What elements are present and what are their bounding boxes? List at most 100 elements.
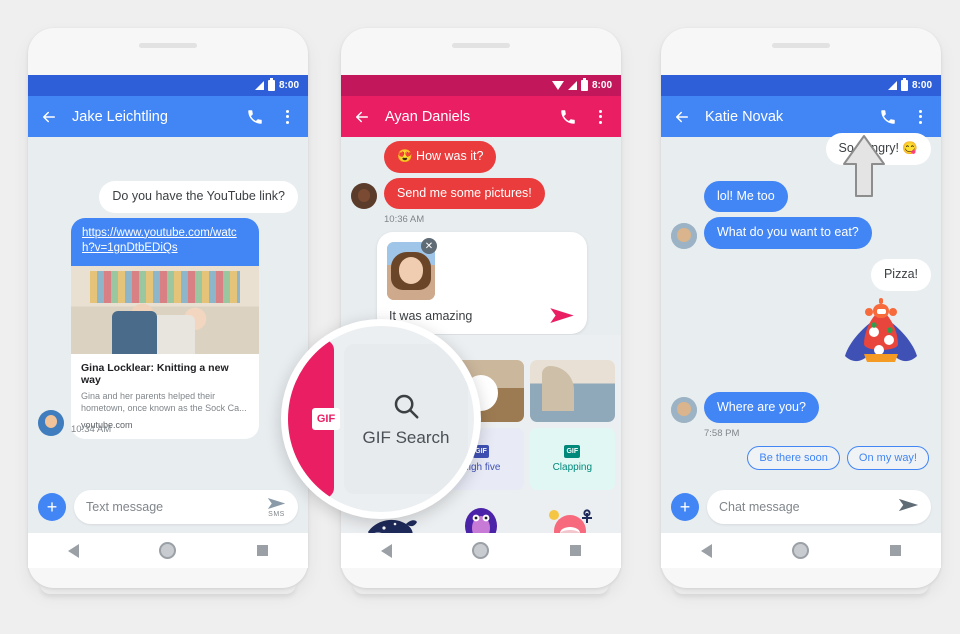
attach-plus-button[interactable]: + (38, 493, 66, 521)
send-mode-label: SMS (268, 510, 285, 518)
smart-reply-chips: Be there soon On my way! (671, 446, 929, 471)
phone-call-icon[interactable] (879, 108, 897, 126)
message-timestamp: 10:36 AM (384, 214, 425, 226)
nav-back-icon[interactable] (68, 543, 80, 558)
gallery-cell-photo[interactable] (529, 360, 615, 422)
back-icon[interactable] (673, 108, 691, 126)
gif-search-label: GIF Search (362, 427, 450, 447)
message-input-placeholder: Text message (86, 500, 164, 514)
nav-home-icon[interactable] (472, 542, 490, 559)
smart-reply-chip[interactable]: Be there soon (747, 446, 840, 471)
message-row: So hungry! 😋 (671, 133, 931, 165)
send-icon (898, 498, 919, 511)
send-button[interactable] (898, 498, 919, 517)
avatar (671, 397, 697, 424)
link-preview-card[interactable]: https://www.youtube.com/watch?v=1gnDtbED… (71, 217, 259, 439)
conversation-title: Katie Novak (705, 108, 784, 125)
message-list: Do you have the YouTube link? https://ww… (28, 137, 308, 533)
conversation-title: Ayan Daniels (385, 108, 471, 125)
phone-foot (353, 584, 609, 594)
message-row: 😍 How was it? (351, 141, 611, 173)
send-icon (267, 497, 286, 509)
nav-recents-icon[interactable] (256, 545, 268, 556)
pizza-hero-sticker-icon[interactable] (831, 296, 931, 387)
earpiece-speaker (139, 43, 197, 48)
message-bubble[interactable]: Where are you? (704, 391, 819, 424)
phone-showcase: 8:00 Jake Leichtling Do you have the You… (0, 0, 960, 634)
nav-back-icon[interactable] (701, 543, 713, 558)
nav-back-icon[interactable] (381, 543, 393, 558)
status-time: 8:00 (591, 80, 612, 91)
message-bubble[interactable]: 😍 How was it? (384, 141, 497, 173)
smart-reply-chip[interactable]: On my way! (846, 446, 929, 471)
back-icon[interactable] (40, 108, 58, 126)
phone-screen: 8:00 Jake Leichtling Do you have the You… (28, 75, 308, 533)
gallery-cell-label: Clapping (552, 462, 593, 473)
lips-sticker-icon (549, 509, 593, 533)
phone-call-icon[interactable] (246, 108, 264, 126)
magnifier-content: GIF GIF Search (288, 326, 474, 512)
message-row: Pizza! (671, 258, 931, 291)
signal-icon (887, 81, 897, 90)
message-bubble[interactable]: What do you want to eat? (704, 217, 872, 249)
nav-home-icon[interactable] (159, 542, 177, 559)
message-bubble[interactable]: Pizza! (870, 258, 931, 291)
link-description: Gina and her parents helped their hometo… (81, 390, 247, 413)
signal-icon (254, 81, 264, 90)
battery-icon (580, 78, 588, 91)
message-input[interactable]: Text message SMS (74, 490, 298, 524)
avatar (38, 409, 64, 436)
composer: + Text message SMS (28, 481, 308, 533)
message-timestamp: 7:58 PM (704, 428, 740, 440)
overflow-menu-icon[interactable] (591, 109, 609, 124)
gallery-cell-sticker[interactable] (529, 496, 615, 533)
avatar (351, 183, 377, 210)
app-bar: Jake Leichtling (28, 96, 308, 137)
message-bubble[interactable]: Do you have the YouTube link? (99, 181, 298, 213)
youtube-link-text[interactable]: https://www.youtube.com/watch?v=1gnDtbED… (71, 217, 259, 266)
status-bar: 8:00 (28, 75, 308, 96)
message-input[interactable]: Chat message (707, 490, 931, 524)
overflow-menu-icon[interactable] (278, 109, 296, 124)
status-time: 8:00 (911, 80, 932, 91)
gallery-cell-gif[interactable]: GIF Clapping (529, 428, 615, 490)
conversation-title: Jake Leichtling (72, 108, 168, 125)
earpiece-speaker (772, 43, 830, 48)
gif-search-button[interactable]: GIF Search (344, 344, 468, 494)
message-row: What do you want to eat? (671, 217, 931, 249)
message-row: Do you have the YouTube link? (38, 181, 298, 213)
app-bar: Katie Novak (661, 96, 941, 137)
phone-foot (673, 584, 929, 594)
earpiece-speaker (452, 43, 510, 48)
android-nav-bar (341, 533, 621, 568)
message-bubble[interactable]: lol! Me too (704, 180, 788, 213)
attach-plus-button[interactable]: + (671, 493, 699, 521)
android-nav-bar (661, 533, 941, 568)
message-row: Where are you? (671, 391, 931, 424)
status-time: 8:00 (278, 80, 299, 91)
video-thumbnail (71, 265, 259, 354)
nav-recents-icon[interactable] (889, 545, 901, 556)
phone-jake: 8:00 Jake Leichtling Do you have the You… (28, 28, 308, 594)
wifi-icon (551, 81, 564, 90)
message-bubble[interactable]: Send me some pictures! (384, 177, 545, 210)
phone-foot (40, 584, 296, 594)
nav-home-icon[interactable] (792, 542, 810, 559)
signal-icon (567, 81, 577, 90)
gif-tab-strip[interactable]: GIF (288, 340, 340, 498)
status-bar: 8:00 (341, 75, 621, 96)
gif-badge: GIF (312, 408, 340, 430)
gif-search-magnifier: GIF GIF Search (281, 319, 481, 519)
nav-recents-icon[interactable] (569, 545, 581, 556)
phone-call-icon[interactable] (559, 108, 577, 126)
media-composer: ✕ It was amazing (377, 232, 587, 335)
overflow-menu-icon[interactable] (911, 109, 929, 124)
back-icon[interactable] (353, 108, 371, 126)
send-button[interactable]: SMS (267, 497, 286, 518)
mouse-cursor-arrow-icon (843, 135, 885, 197)
avatar (671, 222, 697, 249)
send-icon[interactable] (549, 307, 575, 324)
message-input-placeholder: Chat message (719, 500, 800, 514)
message-list: So hungry! 😋 lol! Me too What do you wan… (661, 133, 941, 533)
phone-katie: 8:00 Katie Novak So hungry! 😋 lol! Me to… (661, 28, 941, 594)
